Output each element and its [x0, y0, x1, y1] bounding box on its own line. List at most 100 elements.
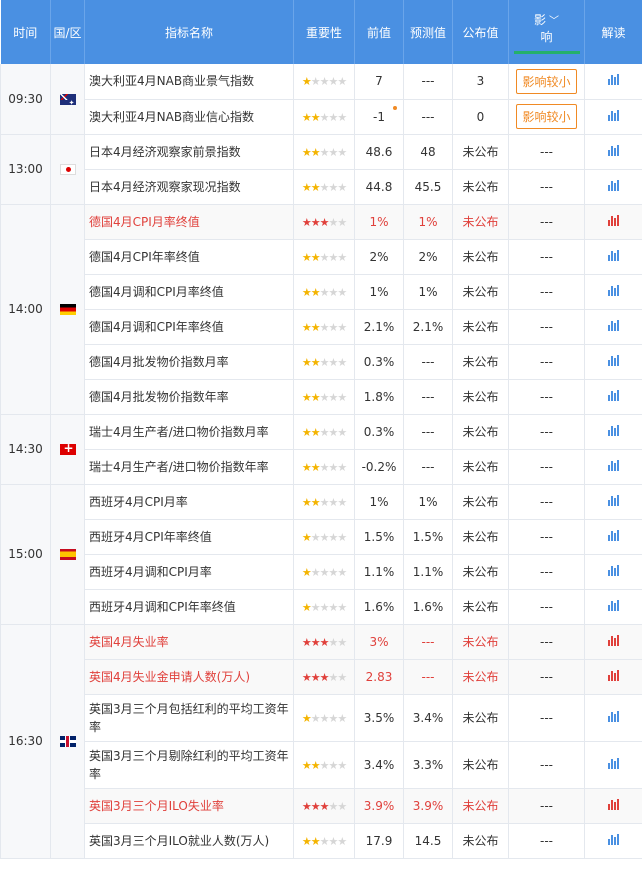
previous-value-text: 1.8%: [363, 389, 395, 404]
table-row[interactable]: 英国3月三个月ILO失业率 ★★★★★ 3.9% 3.9% 未公布 ---: [1, 787, 642, 824]
previous-value: 1.1%: [354, 553, 404, 590]
table-row[interactable]: 西班牙4月CPI年率终值 ★★★★★ 1.5% 1.5% 未公布 ---: [1, 518, 642, 555]
forecast-value: 1.5%: [403, 518, 453, 555]
table-row[interactable]: 西班牙4月调和CPI年率终值 ★★★★★ 1.6% 1.6% 未公布 ---: [1, 588, 642, 625]
indicator-name[interactable]: 德国4月调和CPI月率终值: [84, 273, 294, 310]
actual-value: 未公布: [452, 273, 509, 310]
previous-value: 1.8%: [354, 378, 404, 415]
bar-chart-icon[interactable]: [607, 249, 620, 261]
previous-value-text: 1.6%: [363, 599, 395, 614]
bar-chart-icon[interactable]: [607, 214, 620, 226]
bar-chart-icon[interactable]: [607, 144, 620, 156]
indicator-name[interactable]: 瑞士4月生产者/进口物价指数月率: [84, 413, 294, 450]
indicator-name[interactable]: 西班牙4月调和CPI年率终值: [84, 588, 294, 625]
indicator-name[interactable]: 西班牙4月调和CPI月率: [84, 553, 294, 590]
indicator-name[interactable]: 德国4月CPI年率终值: [84, 238, 294, 275]
star-filled-icon: ★: [310, 460, 321, 474]
indicator-name[interactable]: 西班牙4月CPI年率终值: [84, 518, 294, 555]
table-row[interactable]: 16:30 英国4月失业率 ★★★★★ 3% --- 未公布 ---: [0, 623, 642, 859]
bar-chart-icon[interactable]: [607, 74, 620, 86]
importance-stars: ★★★★★: [293, 553, 355, 590]
table-row[interactable]: 瑞士4月生产者/进口物价指数年率 ★★★★★ -0.2% --- 未公布 ---: [1, 448, 642, 485]
forecast-value: 1%: [403, 483, 453, 520]
indicator-name[interactable]: 瑞士4月生产者/进口物价指数年率: [84, 448, 294, 485]
bar-chart-icon[interactable]: [607, 757, 620, 769]
effect-badge: 影响较小: [516, 68, 577, 94]
bar-chart-icon[interactable]: [607, 354, 620, 366]
bar-chart-icon[interactable]: [607, 424, 620, 436]
table-row[interactable]: 德国4月调和CPI月率终值 ★★★★★ 1% 1% 未公布 ---: [1, 273, 642, 310]
table-row[interactable]: 英国3月三个月剔除红利的平均工资年率 ★★★★★ 3.4% 3.3% 未公布 ---: [1, 740, 642, 789]
indicator-name[interactable]: 德国4月批发物价指数年率: [84, 378, 294, 415]
importance-stars: ★★★★★: [293, 658, 355, 695]
previous-value: 1%: [354, 203, 404, 240]
indicator-name[interactable]: 英国3月三个月包括红利的平均工资年率: [84, 693, 294, 742]
importance-stars: ★★★★★: [293, 308, 355, 345]
indicator-name[interactable]: 德国4月调和CPI年率终值: [84, 308, 294, 345]
bar-chart-icon[interactable]: [607, 529, 620, 541]
table-row[interactable]: 13:00 日本4月经济观察家前景指数 ★★★★★ 48.6 48 未公布 ---: [0, 133, 642, 205]
gb-flag-icon: [59, 736, 76, 747]
indicator-name[interactable]: 澳大利亚4月NAB商业景气指数: [84, 64, 294, 100]
indicator-name[interactable]: 英国3月三个月ILO失业率: [84, 787, 294, 824]
table-row[interactable]: 09:30澳大利亚4月NAB商业景气指数★★★★★7---3影响较小: [0, 64, 642, 135]
table-row[interactable]: 日本4月经济观察家现况指数 ★★★★★ 44.8 45.5 未公布 ---: [1, 168, 642, 205]
bar-chart-icon[interactable]: [607, 179, 620, 191]
indicator-name[interactable]: 英国3月三个月ILO就业人数(万人): [84, 822, 294, 859]
bar-chart-icon[interactable]: [607, 284, 620, 296]
indicator-name[interactable]: 德国4月批发物价指数月率: [84, 343, 294, 380]
previous-value: 1%: [354, 483, 404, 520]
table-row[interactable]: 澳大利亚4月NAB商业信心指数 ★★★★★ -1 --- 0 影响较小: [1, 98, 642, 135]
interpret-cell: [584, 553, 642, 590]
bar-chart-icon[interactable]: [607, 494, 620, 506]
indicator-name[interactable]: 德国4月CPI月率终值: [84, 203, 294, 240]
actual-value: 未公布: [452, 133, 509, 170]
table-row[interactable]: 15:00 西班牙4月CPI月率 ★★★★★ 1% 1% 未公布 ---: [0, 483, 642, 625]
table-row[interactable]: 德国4月批发物价指数月率 ★★★★★ 0.3% --- 未公布 ---: [1, 343, 642, 380]
bar-chart-icon[interactable]: [607, 319, 620, 331]
star-empty-icon: ★: [328, 460, 338, 474]
table-row[interactable]: 西班牙4月调和CPI月率 ★★★★★ 1.1% 1.1% 未公布 ---: [1, 553, 642, 590]
bar-chart-icon[interactable]: [607, 459, 620, 471]
table-row[interactable]: 德国4月调和CPI年率终值 ★★★★★ 2.1% 2.1% 未公布 ---: [1, 308, 642, 345]
bar-chart-icon[interactable]: [607, 389, 620, 401]
region-cell: [50, 413, 85, 485]
table-row[interactable]: 14:00 德国4月CPI月率终值 ★★★★★ 1% 1% 未公布 ---: [0, 203, 642, 415]
indicator-name[interactable]: 西班牙4月CPI月率: [84, 483, 294, 520]
bar-chart-icon[interactable]: [607, 109, 620, 121]
indicator-name[interactable]: 澳大利亚4月NAB商业信心指数: [84, 98, 294, 135]
actual-value: 未公布: [452, 588, 509, 625]
table-row[interactable]: 英国3月三个月ILO就业人数(万人) ★★★★★ 17.9 14.5 未公布 ---: [1, 822, 642, 859]
bar-chart-icon[interactable]: [607, 833, 620, 845]
star-filled-icon: ★: [310, 215, 321, 229]
table-row[interactable]: 德国4月CPI年率终值 ★★★★★ 2% 2% 未公布 ---: [1, 238, 642, 275]
table-row[interactable]: 德国4月批发物价指数年率 ★★★★★ 1.8% --- 未公布 ---: [1, 378, 642, 415]
star-empty-icon: ★: [328, 320, 338, 334]
importance-stars: ★★★★★: [293, 168, 355, 205]
bar-chart-icon[interactable]: [607, 564, 620, 576]
bar-chart-icon[interactable]: [607, 599, 620, 611]
header-effect-filter[interactable]: 影 ﹀ 响: [508, 0, 585, 64]
table-row[interactable]: 14:30瑞士4月生产者/进口物价指数月率★★★★★0.3%---未公布---: [0, 413, 642, 485]
indicator-name[interactable]: 日本4月经济观察家现况指数: [84, 168, 294, 205]
effect-text: ---: [540, 389, 553, 404]
indicator-name[interactable]: 英国4月失业率: [84, 623, 294, 660]
star-empty-icon: ★: [328, 215, 338, 229]
indicator-name[interactable]: 英国3月三个月剔除红利的平均工资年率: [84, 740, 294, 789]
star-empty-icon: ★: [328, 565, 338, 579]
bar-chart-icon[interactable]: [607, 634, 620, 646]
bar-chart-icon[interactable]: [607, 669, 620, 681]
star-filled-icon: ★: [301, 215, 312, 229]
table-row[interactable]: 英国3月三个月包括红利的平均工资年率 ★★★★★ 3.5% 3.4% 未公布 ---: [1, 693, 642, 742]
star-empty-icon: ★: [337, 600, 347, 614]
interpret-cell: [584, 378, 642, 415]
bar-chart-icon[interactable]: [607, 798, 620, 810]
interpret-cell: [584, 238, 642, 275]
previous-value-text: 7: [375, 74, 383, 89]
indicator-name[interactable]: 日本4月经济观察家前景指数: [84, 133, 294, 170]
header-previous: 前值: [354, 0, 404, 64]
bar-chart-icon[interactable]: [607, 710, 620, 722]
table-row[interactable]: 英国4月失业金申请人数(万人) ★★★★★ 2.83 --- 未公布 ---: [1, 658, 642, 695]
indicator-name[interactable]: 英国4月失业金申请人数(万人): [84, 658, 294, 695]
star-empty-icon: ★: [337, 530, 347, 544]
